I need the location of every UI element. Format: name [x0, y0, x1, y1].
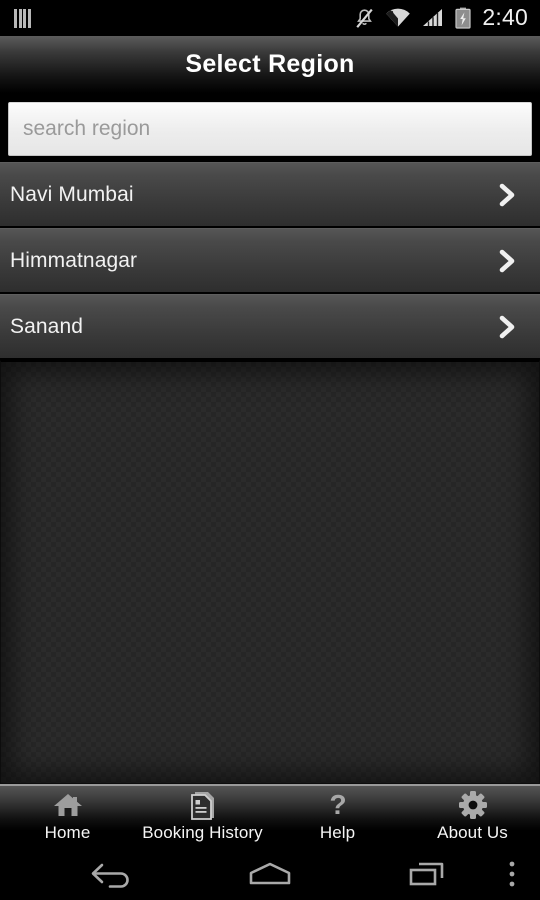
region-label: Himmatnagar [10, 248, 138, 272]
empty-list-area [0, 360, 540, 784]
region-label: Sanand [10, 314, 84, 338]
wifi-icon [385, 8, 411, 28]
tab-label: About Us [437, 823, 508, 842]
bottom-tab-bar: Home Booking History ? Help About Us [0, 784, 540, 848]
home-pentagon-icon[interactable] [236, 848, 304, 900]
gear-icon [458, 790, 488, 820]
status-bar-left [14, 8, 31, 28]
status-bar-right: 2:40 [355, 6, 528, 30]
mute-bell-icon [355, 8, 374, 28]
overflow-menu-icon[interactable] [492, 848, 532, 900]
content-area: Navi Mumbai Himmatnagar Sanand [0, 162, 540, 784]
status-bar: 2:40 [0, 0, 540, 36]
tab-label: Help [319, 823, 356, 842]
list-item[interactable]: Navi Mumbai [0, 162, 540, 228]
signal-bars-icon [422, 8, 444, 28]
tab-label: Home [44, 823, 91, 842]
page-title: Select Region [185, 50, 355, 78]
tab-label: Booking History [142, 823, 263, 842]
search-container [0, 94, 540, 162]
region-list: Navi Mumbai Himmatnagar Sanand [0, 162, 540, 360]
title-bar: Select Region [0, 36, 540, 94]
tab-home[interactable]: Home [0, 786, 135, 848]
question-mark-icon: ? [326, 790, 350, 820]
recents-icon[interactable] [394, 848, 462, 900]
back-arrow-icon[interactable] [78, 848, 146, 900]
tab-booking-history[interactable]: Booking History [135, 786, 270, 848]
battery-charging-icon [455, 7, 472, 29]
app-screen: 2:40 Select Region Navi Mumbai Himmatnag… [0, 0, 540, 900]
tab-help[interactable]: ? Help [270, 786, 405, 848]
chevron-right-icon [494, 182, 520, 208]
android-navigation-bar [0, 848, 540, 900]
home-icon [52, 790, 84, 820]
search-input[interactable] [8, 102, 532, 156]
region-label: Navi Mumbai [10, 182, 134, 206]
status-bar-clock: 2:40 [482, 4, 528, 30]
sim-bars-icon [14, 8, 31, 28]
svg-text:?: ? [329, 790, 346, 820]
document-icon [189, 790, 217, 820]
chevron-right-icon [494, 314, 520, 340]
list-item[interactable]: Sanand [0, 294, 540, 360]
chevron-right-icon [494, 248, 520, 274]
list-item[interactable]: Himmatnagar [0, 228, 540, 294]
tab-about-us[interactable]: About Us [405, 786, 540, 848]
